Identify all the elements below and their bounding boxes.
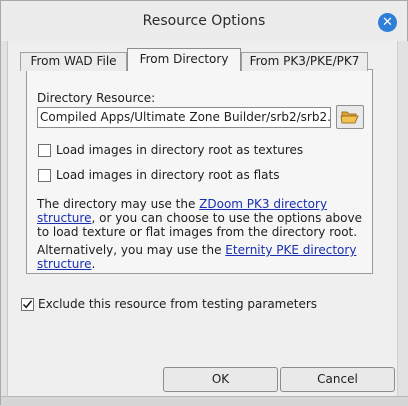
browse-directory-button[interactable] — [336, 105, 364, 129]
title-bar: Resource Options ✕ — [1, 1, 407, 41]
close-icon[interactable]: ✕ — [378, 13, 397, 32]
flats-checkbox[interactable] — [38, 169, 51, 182]
alternative-description: Alternatively, you may use the Eternity … — [37, 243, 367, 271]
folder-open-icon — [340, 111, 359, 124]
description-text: The directory may use the — [37, 197, 200, 211]
tab-label: From Directory — [139, 52, 229, 66]
checkmark-icon — [22, 300, 33, 309]
description-text: Alternatively, you may use the — [37, 243, 226, 257]
directory-resource-label: Directory Resource: — [37, 91, 156, 105]
textures-checkbox-label: Load images in directory root as texture… — [56, 143, 304, 157]
ok-button[interactable]: OK — [163, 367, 278, 392]
tab-from-pk3-pke-pk7[interactable]: From PK3/PKE/PK7 — [241, 52, 368, 71]
cancel-button[interactable]: Cancel — [280, 367, 395, 392]
window-title: Resource Options — [142, 13, 266, 29]
background-window-edge-left — [1, 41, 8, 406]
flats-checkbox-label: Load images in directory root as flats — [56, 168, 280, 182]
directory-path-input[interactable]: Compiled Apps/Ultimate Zone Builder/srb2… — [37, 107, 331, 128]
description-text: . — [91, 257, 96, 271]
structure-description: The directory may use the ZDoom PK3 dire… — [37, 197, 367, 239]
tab-label: From PK3/PKE/PK7 — [249, 54, 360, 68]
resource-options-dialog: Resource Options ✕ From WAD File From Di… — [0, 0, 408, 406]
tab-label: From WAD File — [30, 54, 117, 68]
textures-checkbox[interactable] — [38, 144, 51, 157]
background-window-edge-right — [397, 41, 408, 396]
tab-from-directory[interactable]: From Directory — [127, 48, 241, 71]
tab-from-wad-file[interactable]: From WAD File — [20, 52, 127, 71]
exclude-testing-checkbox[interactable] — [21, 298, 34, 311]
exclude-testing-label: Exclude this resource from testing param… — [38, 297, 318, 311]
